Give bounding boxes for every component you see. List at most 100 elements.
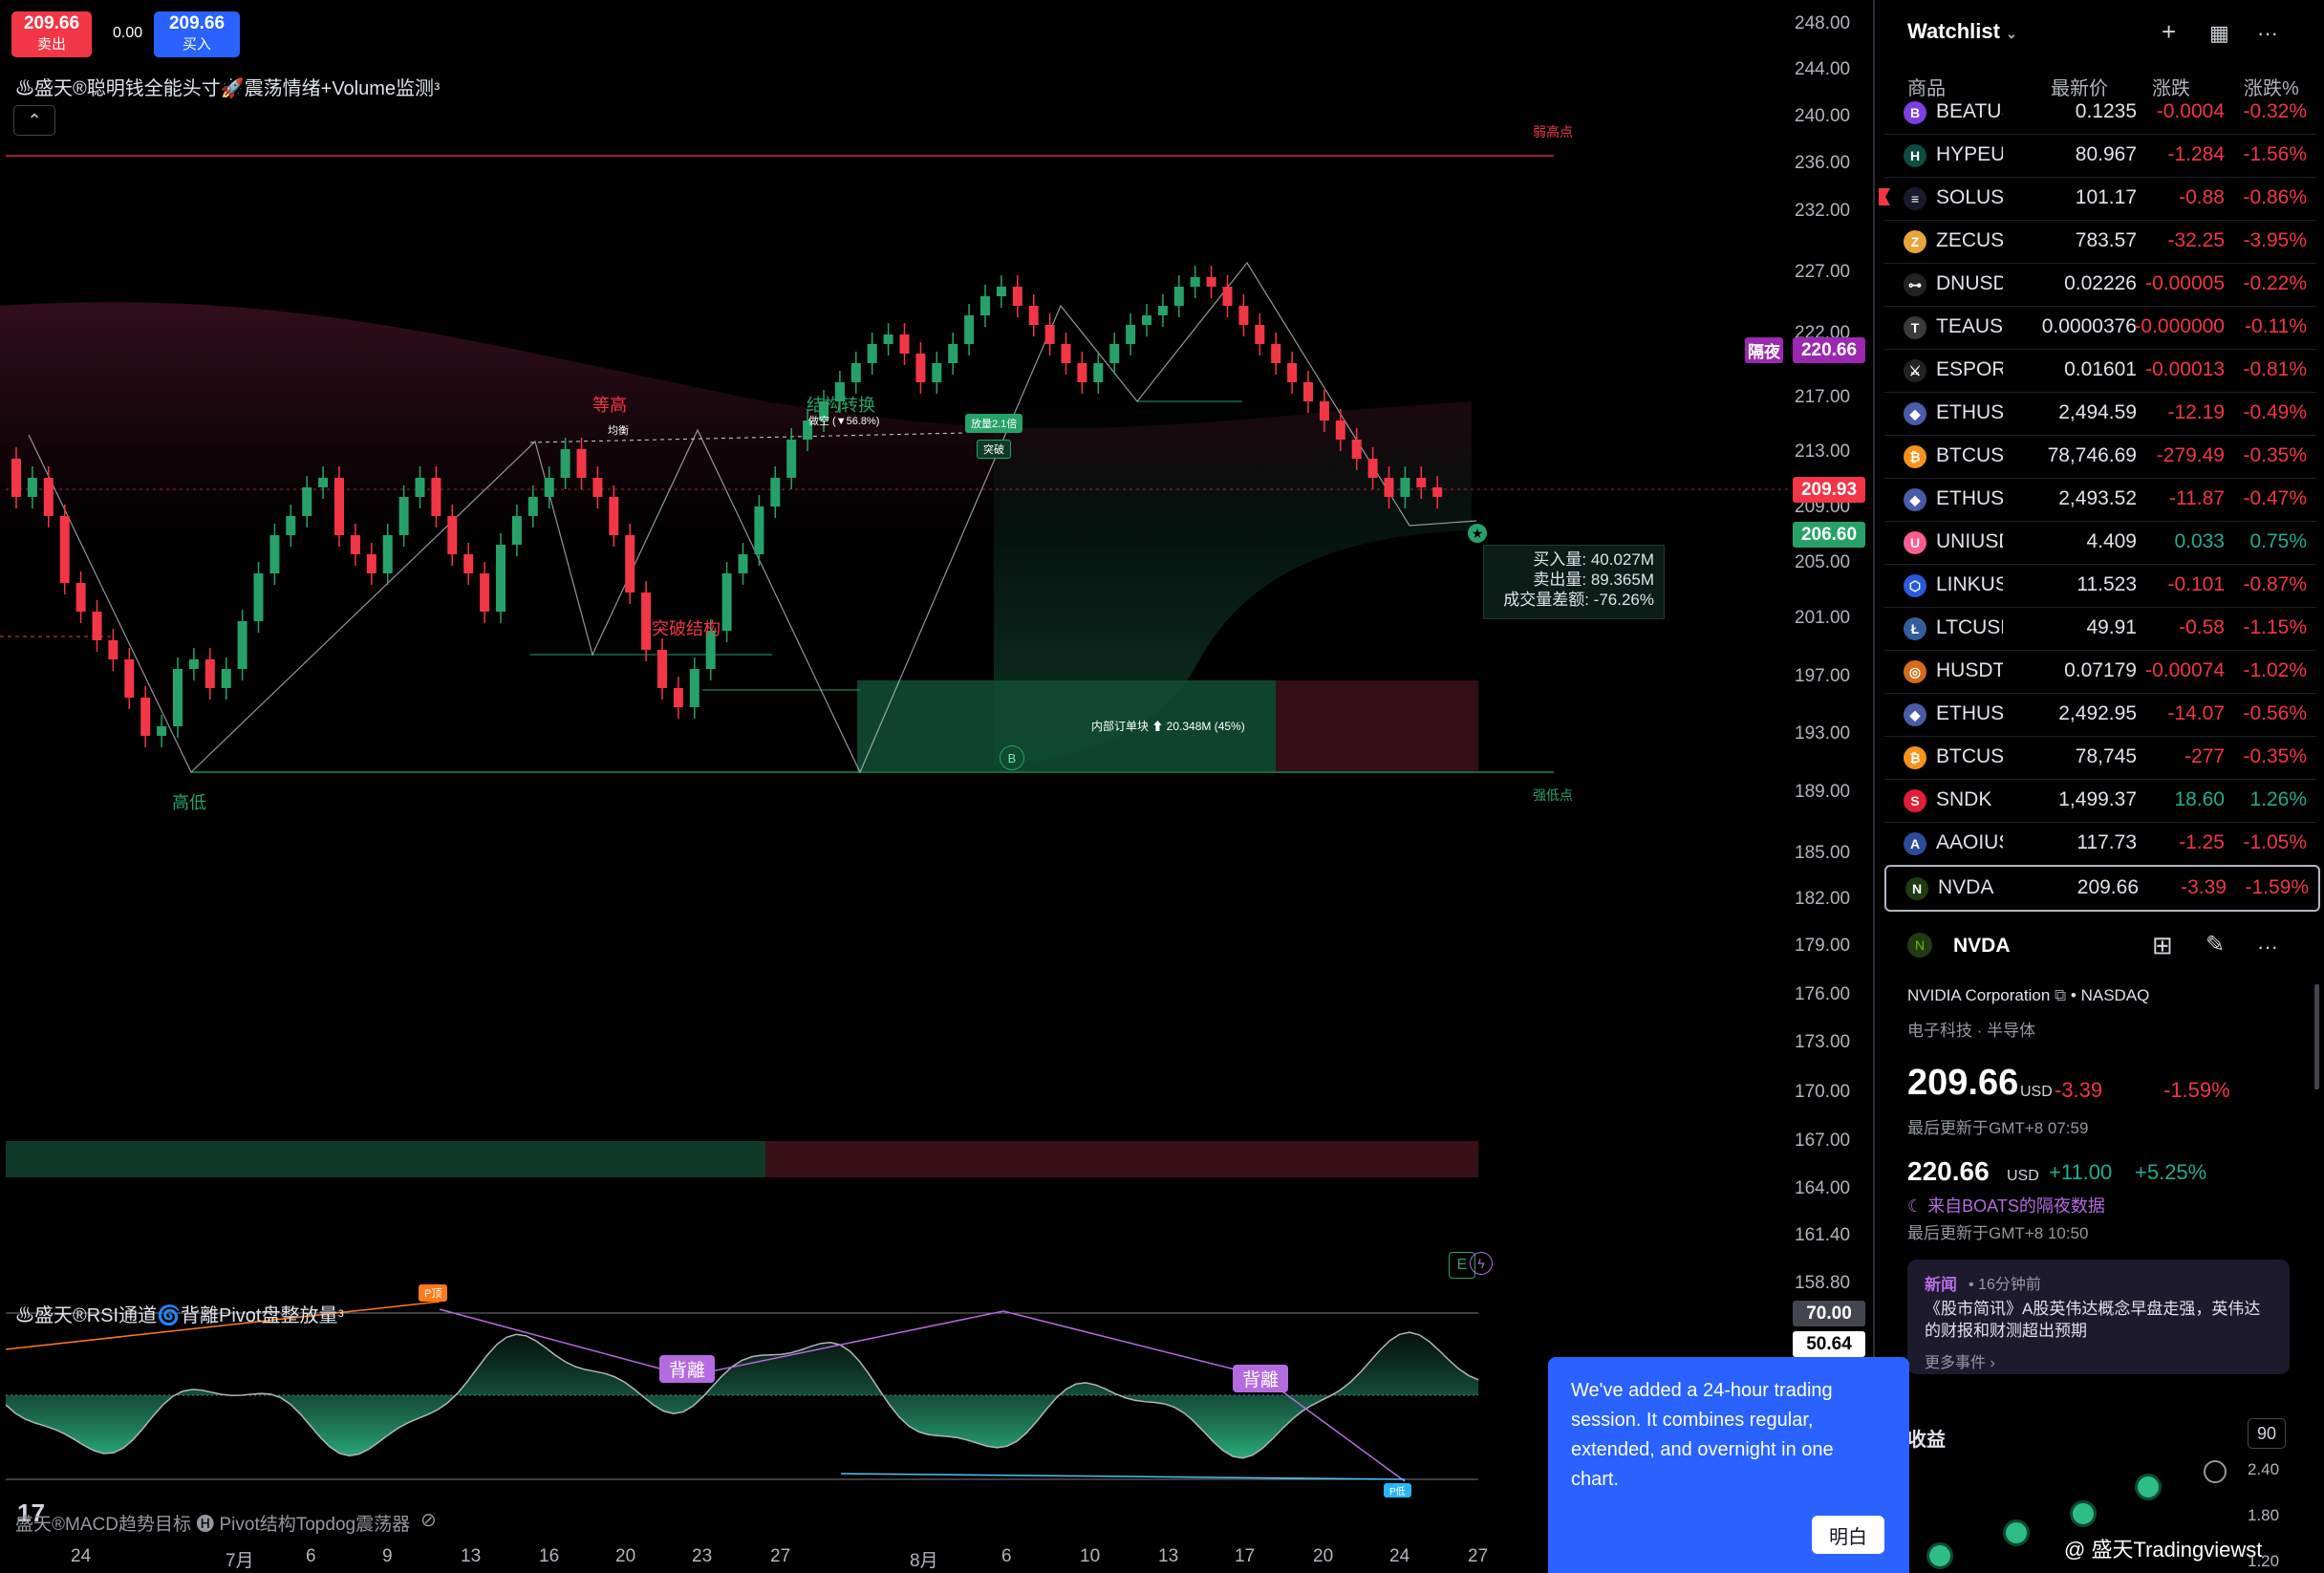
ext-price: 220.66 <box>1907 1156 1990 1186</box>
earn-actual-dot-4[interactable] <box>1926 1542 1953 1569</box>
rsi-indicator-label[interactable]: ♨盛天®RSI通道🌀背離Pivot盘整放量ᵌ <box>15 1300 344 1327</box>
watchlist-row[interactable]: H HYPEUS 80.967 -1.284 -1.56% <box>1884 134 2316 178</box>
ext-source[interactable]: ☾ 来自BOATS的隔夜数据 <box>1907 1193 2105 1217</box>
candle-body <box>932 363 942 382</box>
vol-buy: 买入量: 40.027M <box>1533 550 1654 569</box>
watchlist-row[interactable]: ⬡ LINKUSD 11.523 -0.101 -0.87% <box>1884 564 2316 608</box>
low-high-label: 高低 <box>172 793 206 812</box>
candle-body <box>980 296 990 315</box>
news-card[interactable]: 新闻 • 16分钟前 《股市简讯》A股英伟达概念早盘走强，英伟达的财报和财测超出… <box>1907 1260 2290 1374</box>
flag-icon[interactable] <box>1879 188 1890 205</box>
watchlist-row[interactable]: ⊶ DNUSDT 0.02226 -0.00005 -0.22% <box>1884 263 2316 307</box>
price-label: 158.80 <box>1795 1273 1851 1293</box>
watchlist-row[interactable]: N NVDA 209.66 -3.39 -1.59% <box>1884 865 2320 912</box>
candle-body <box>124 659 135 698</box>
earn-actual-dot-2[interactable] <box>2070 1500 2097 1527</box>
time-label: 27 <box>770 1546 791 1566</box>
star-marker-icon[interactable]: ★ <box>1468 524 1487 543</box>
time-axis[interactable]: 24 7月 6 9 13 16 20 23 27 8月 6 10 13 17 20 24 27 <box>0 1537 1491 1573</box>
candle-body <box>1319 401 1329 420</box>
candle-body <box>1157 306 1168 315</box>
watchlist-row[interactable]: A AAOIUS 117.73 -1.25 -1.05% <box>1884 822 2316 866</box>
earn-actual-dot-3[interactable] <box>2003 1519 2030 1546</box>
row-change-pct: -1.15% <box>2243 616 2307 638</box>
candle-body <box>140 698 151 736</box>
candle-body <box>108 640 118 659</box>
candle-body <box>1126 325 1136 344</box>
candle-body <box>738 554 748 573</box>
row-symbol: ESPORTS <box>1936 358 2003 380</box>
row-last: 78,746.69 <box>2047 444 2137 466</box>
watchlist-row[interactable]: ◆ ETHUSD 2,492.95 -14.07 -0.56% <box>1884 693 2316 737</box>
price-chart[interactable] <box>0 0 1873 1573</box>
watchlist-row[interactable]: ◆ ETHUSD 2,494.59 -12.19 -0.49% <box>1884 392 2316 436</box>
ext-updated: 最后更新于GMT+8 10:50 <box>1907 1224 2089 1242</box>
news-title[interactable]: 《股市简讯》A股英伟达概念早盘走强，英伟达的财报和财测超出预期 <box>1925 1298 2274 1342</box>
symbol-logo-icon: ₿ <box>1904 746 1926 769</box>
candle-body <box>1271 344 1281 363</box>
candle-body <box>366 554 377 573</box>
earn-actual-dot-1[interactable] <box>2135 1474 2162 1500</box>
candle-body <box>398 497 409 535</box>
more-icon[interactable]: ··· <box>2257 21 2278 46</box>
watchlist-row[interactable]: T TEAUSD 0.0000376-0.000000 -0.11% <box>1884 306 2316 350</box>
vol-diff: 成交量差额: -76.26% <box>1503 591 1654 609</box>
symbol-logo-icon: ◆ <box>1904 703 1926 726</box>
sell-button[interactable]: 209.66 卖出 <box>11 11 92 57</box>
watchlist-row[interactable]: Ł LTCUSD 49.91 -0.58 -1.15% <box>1884 607 2316 651</box>
time-label: 13 <box>461 1546 482 1566</box>
candle-body <box>11 459 21 497</box>
company-name[interactable]: NVIDIA Corporation ⧉ • NASDAQ <box>1907 986 2149 1005</box>
detail-more-icon[interactable]: ··· <box>2257 935 2278 959</box>
candle-body <box>1303 382 1313 401</box>
edit-icon[interactable]: ✎ <box>2206 931 2225 959</box>
eye-off-icon[interactable]: ⊘ <box>420 1508 437 1532</box>
last-price-tag: 209.93 <box>1793 477 1865 503</box>
scrollbar[interactable] <box>2314 984 2319 1089</box>
earn-estimate-dot[interactable] <box>2204 1460 2227 1483</box>
watchlist-row[interactable]: ₿ BTCUSD 78,745 -277 -0.35% <box>1884 736 2316 780</box>
candle-body <box>1238 306 1249 325</box>
symbol-logo-icon: ◎ <box>1904 660 1926 683</box>
watchlist-title[interactable]: Watchlist ⌄ <box>1907 19 2017 44</box>
row-change: -0.101 <box>2167 573 2225 595</box>
buy-price: 209.66 <box>168 13 226 33</box>
row-change: -0.000000 <box>2134 315 2225 337</box>
candle-body <box>625 535 635 593</box>
candle-body <box>43 478 54 516</box>
bottom-indicator-label[interactable]: 盛天®MACD趋势目标 🅗 Pivot结构Topdog震荡器 <box>15 1510 410 1536</box>
layout-icon[interactable]: ▦ <box>2209 21 2229 46</box>
watchlist-row[interactable]: S SNDK 1,499.37 18.60 1.26% <box>1884 779 2316 823</box>
time-label: 17 <box>1235 1546 1256 1566</box>
row-change: 18.60 <box>2174 788 2225 810</box>
candle-body <box>867 344 877 363</box>
grid-icon[interactable]: ⊞ <box>2152 931 2173 960</box>
watchlist-row[interactable]: Z ZECUSD 783.57 -32.25 -3.95% <box>1884 220 2316 264</box>
watchlist-row[interactable]: B BEATUS 0.1235 -0.0004 -0.32% <box>1884 91 2316 135</box>
collapse-button[interactable]: ⌃ <box>13 105 55 136</box>
break-badge: 突破 <box>977 440 1011 459</box>
row-change-pct: -0.87% <box>2243 573 2307 595</box>
watchlist-row[interactable]: U UNIUSD 4.409 0.033 0.75% <box>1884 521 2316 565</box>
row-change-pct: -0.35% <box>2243 444 2307 466</box>
main-indicator-label[interactable]: ♨盛天®聪明钱全能头寸🚀震荡情绪+Volume监测ᵌ <box>15 73 440 100</box>
candle-body <box>850 363 861 382</box>
add-icon[interactable]: + <box>2162 17 2176 47</box>
news-more[interactable]: 更多事件 › <box>1925 1349 1995 1372</box>
row-change: -32.25 <box>2167 229 2225 251</box>
watchlist-row[interactable]: ◆ ETHUSD 2,493.52 -11.87 -0.47% <box>1884 478 2316 522</box>
watchlist-row[interactable]: ≡ SOLUSD 101.17 -0.88 -0.86% <box>1879 177 2316 221</box>
ob-marker-icon[interactable]: B <box>1000 745 1024 770</box>
buy-button[interactable]: 209.66 买入 <box>154 11 240 57</box>
candle-body <box>689 669 699 707</box>
row-change-pct: -3.95% <box>2243 229 2307 251</box>
chart-pane[interactable]: 209.66 卖出 0.00 209.66 买入 ♨盛天®聪明钱全能头寸🚀震荡情… <box>0 0 1875 1573</box>
lightning-icon[interactable]: ϟ <box>1470 1252 1493 1275</box>
earnings-period-badge[interactable]: 90 <box>2248 1418 2286 1449</box>
watchlist-row[interactable]: ⚔ ESPORTS 0.01601 -0.00013 -0.81% <box>1884 349 2316 393</box>
watchlist-row[interactable]: ₿ BTCUSD 78,746.69 -279.49 -0.35% <box>1884 435 2316 479</box>
time-label: 20 <box>615 1546 636 1566</box>
popup-ok-button[interactable]: 明白 <box>1812 1516 1884 1554</box>
watchlist-row[interactable]: ◎ HUSDT 0.07179 -0.00074 -1.02% <box>1884 650 2316 694</box>
price-label: 236.00 <box>1795 153 1851 173</box>
